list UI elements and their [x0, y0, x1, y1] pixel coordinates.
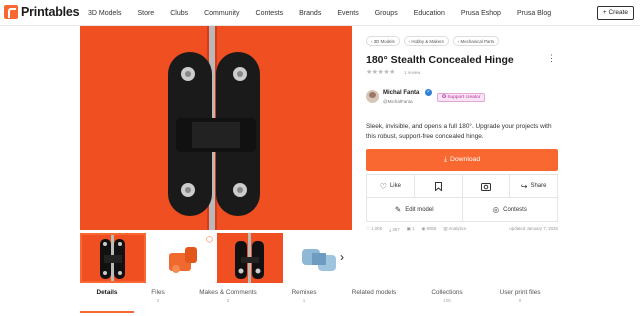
breadcrumb-3d-models[interactable]: ‹ 3D Models: [366, 36, 400, 46]
tab-user-print-files[interactable]: User print files 0: [490, 289, 550, 303]
nav-events[interactable]: Events: [337, 10, 358, 17]
like-label: Like: [389, 183, 401, 189]
breadcrumb-mechanical-parts[interactable]: ‹ Mechanical Parts: [452, 36, 500, 46]
views-stat: ◉ 9058: [421, 226, 437, 231]
tab-files[interactable]: Files 2: [136, 289, 180, 303]
download-icon: ⤓: [443, 156, 447, 163]
tab-label: Related models: [351, 289, 397, 296]
updated-date: updated January 7, 2025: [509, 226, 558, 231]
nav-brands[interactable]: Brands: [299, 10, 321, 17]
tab-label: Collections: [431, 289, 463, 296]
action-row: ♡ Like ↪ Share: [366, 174, 558, 198]
pencil-icon: ✎: [394, 205, 402, 214]
tab-count: 1: [302, 298, 306, 303]
edit-model-label: Edit model: [405, 206, 434, 213]
tab-count: 3: [226, 298, 230, 303]
tab-makes-comments[interactable]: Makes & Comments 3: [190, 289, 266, 303]
main-nav: 3D Models Store Clubs Community Contests…: [88, 0, 567, 26]
nav-community[interactable]: Community: [204, 10, 239, 17]
model-description: Sleek, invisible, and opens a full 180°.…: [366, 123, 552, 140]
share-label: Share: [530, 183, 547, 189]
verified-icon: ✓: [425, 89, 432, 96]
author-handle: @MichalFanta: [383, 99, 413, 104]
model-tabs: Details Files 2 Makes & Comments 3 Remix…: [80, 289, 560, 316]
logo-text: Printables: [21, 5, 80, 19]
nav-store[interactable]: Store: [137, 10, 154, 17]
share-button[interactable]: ↪ Share: [510, 175, 557, 197]
breadcrumb-label: Hobby & Makers: [411, 39, 444, 44]
action-row-2: ✎ Edit model ◎ Contests: [366, 198, 558, 222]
active-tab-indicator: [80, 311, 134, 313]
analytics-link[interactable]: ▥ Analytics: [443, 226, 466, 232]
views-count: 9058: [426, 226, 437, 231]
thumbnail-hinge-icon-2: [235, 233, 264, 283]
nav-contests[interactable]: Contests: [256, 10, 284, 17]
tab-label: Details: [96, 289, 118, 296]
makes-count: 1: [412, 226, 415, 231]
likes-stat: ♡ 1,000: [366, 226, 383, 231]
thumbnail-hinge-icon: [100, 233, 125, 283]
breadcrumb: ‹ 3D Models ‹ Hobby & Makers ‹ Mechanica…: [366, 36, 500, 46]
cube-icon: ⬡: [206, 235, 213, 244]
rating-stars[interactable]: ★★★★★: [366, 68, 395, 76]
like-button[interactable]: ♡ Like: [367, 175, 415, 197]
breadcrumb-label: 3D Models: [373, 39, 395, 44]
model-stats: ♡ 1,000 ⤓ 357 ▣ 1 ◉ 9058 ▥ Analytics upd…: [366, 226, 558, 232]
nav-prusa-eshop[interactable]: Prusa Eshop: [461, 10, 501, 17]
nav-education[interactable]: Education: [414, 10, 445, 17]
nav-clubs[interactable]: Clubs: [170, 10, 188, 17]
tab-remixes[interactable]: Remixes 1: [280, 289, 328, 303]
thumbnail-3[interactable]: [217, 233, 283, 283]
tab-related-models[interactable]: Related models: [344, 289, 404, 296]
camera-icon: [480, 182, 491, 191]
likes-count: 1,000: [371, 226, 383, 231]
support-creator-button[interactable]: ✪ Support creator: [437, 93, 486, 102]
download-label: Download: [449, 156, 481, 163]
hinge-photo: [80, 26, 352, 230]
share-icon: ↪: [520, 181, 528, 191]
print-button[interactable]: [463, 175, 511, 197]
model-title: 180° Stealth Concealed Hinge: [366, 54, 514, 66]
tab-collections[interactable]: Collections 105: [420, 289, 474, 303]
thumbnail-strip: ⬡: [80, 233, 352, 283]
author-name[interactable]: Michal Fanta: [383, 90, 419, 96]
tab-details[interactable]: Details: [80, 289, 134, 296]
nav-prusa-blog[interactable]: Prusa Blog: [517, 10, 551, 17]
logo-icon: [4, 5, 18, 19]
nav-3d-models[interactable]: 3D Models: [88, 10, 121, 17]
makes-stat: ▣ 1: [406, 226, 415, 231]
edit-model-button[interactable]: ✎ Edit model: [367, 198, 463, 221]
create-button[interactable]: + Create: [596, 6, 634, 20]
bookmark-icon: [434, 181, 442, 191]
tab-count: 105: [443, 298, 451, 303]
contests-label: Contests: [503, 206, 527, 213]
review-count[interactable]: 1 review: [404, 70, 420, 75]
downloads-stat: ⤓ 357: [389, 226, 400, 232]
author-block: Michal Fanta ✓ @MichalFanta ✪ Support cr…: [366, 86, 558, 110]
analytics-label: Analytics: [448, 226, 467, 231]
breadcrumb-hobby-makers[interactable]: ‹ Hobby & Makers: [403, 36, 449, 46]
printables-logo[interactable]: Printables: [4, 5, 80, 19]
thumbnail-1[interactable]: [80, 233, 146, 283]
downloads-count: 357: [392, 226, 400, 232]
breadcrumb-label: Mechanical Parts: [460, 39, 495, 44]
bookmark-button[interactable]: [415, 175, 463, 197]
more-options-icon[interactable]: ⋮: [547, 53, 556, 64]
tab-label: User print files: [499, 289, 541, 296]
tab-label: Remixes: [291, 289, 317, 296]
avatar[interactable]: [366, 90, 379, 103]
tab-count: 0: [518, 298, 522, 303]
medal-icon: ◎: [492, 205, 500, 214]
chevron-right-icon[interactable]: ›: [340, 250, 344, 264]
contests-button[interactable]: ◎ Contests: [463, 198, 558, 221]
top-navbar: Printables 3D Models Store Clubs Communi…: [0, 0, 640, 26]
download-button[interactable]: ⤓ Download: [366, 149, 558, 171]
main-model-image[interactable]: [80, 26, 352, 230]
heart-icon: ♡: [379, 181, 387, 191]
tab-label: Makes & Comments: [199, 289, 257, 296]
support-creator-label: Support creator: [447, 95, 481, 100]
nav-groups[interactable]: Groups: [375, 10, 398, 17]
tab-count: 2: [156, 298, 160, 303]
tab-label: Files: [151, 289, 165, 296]
